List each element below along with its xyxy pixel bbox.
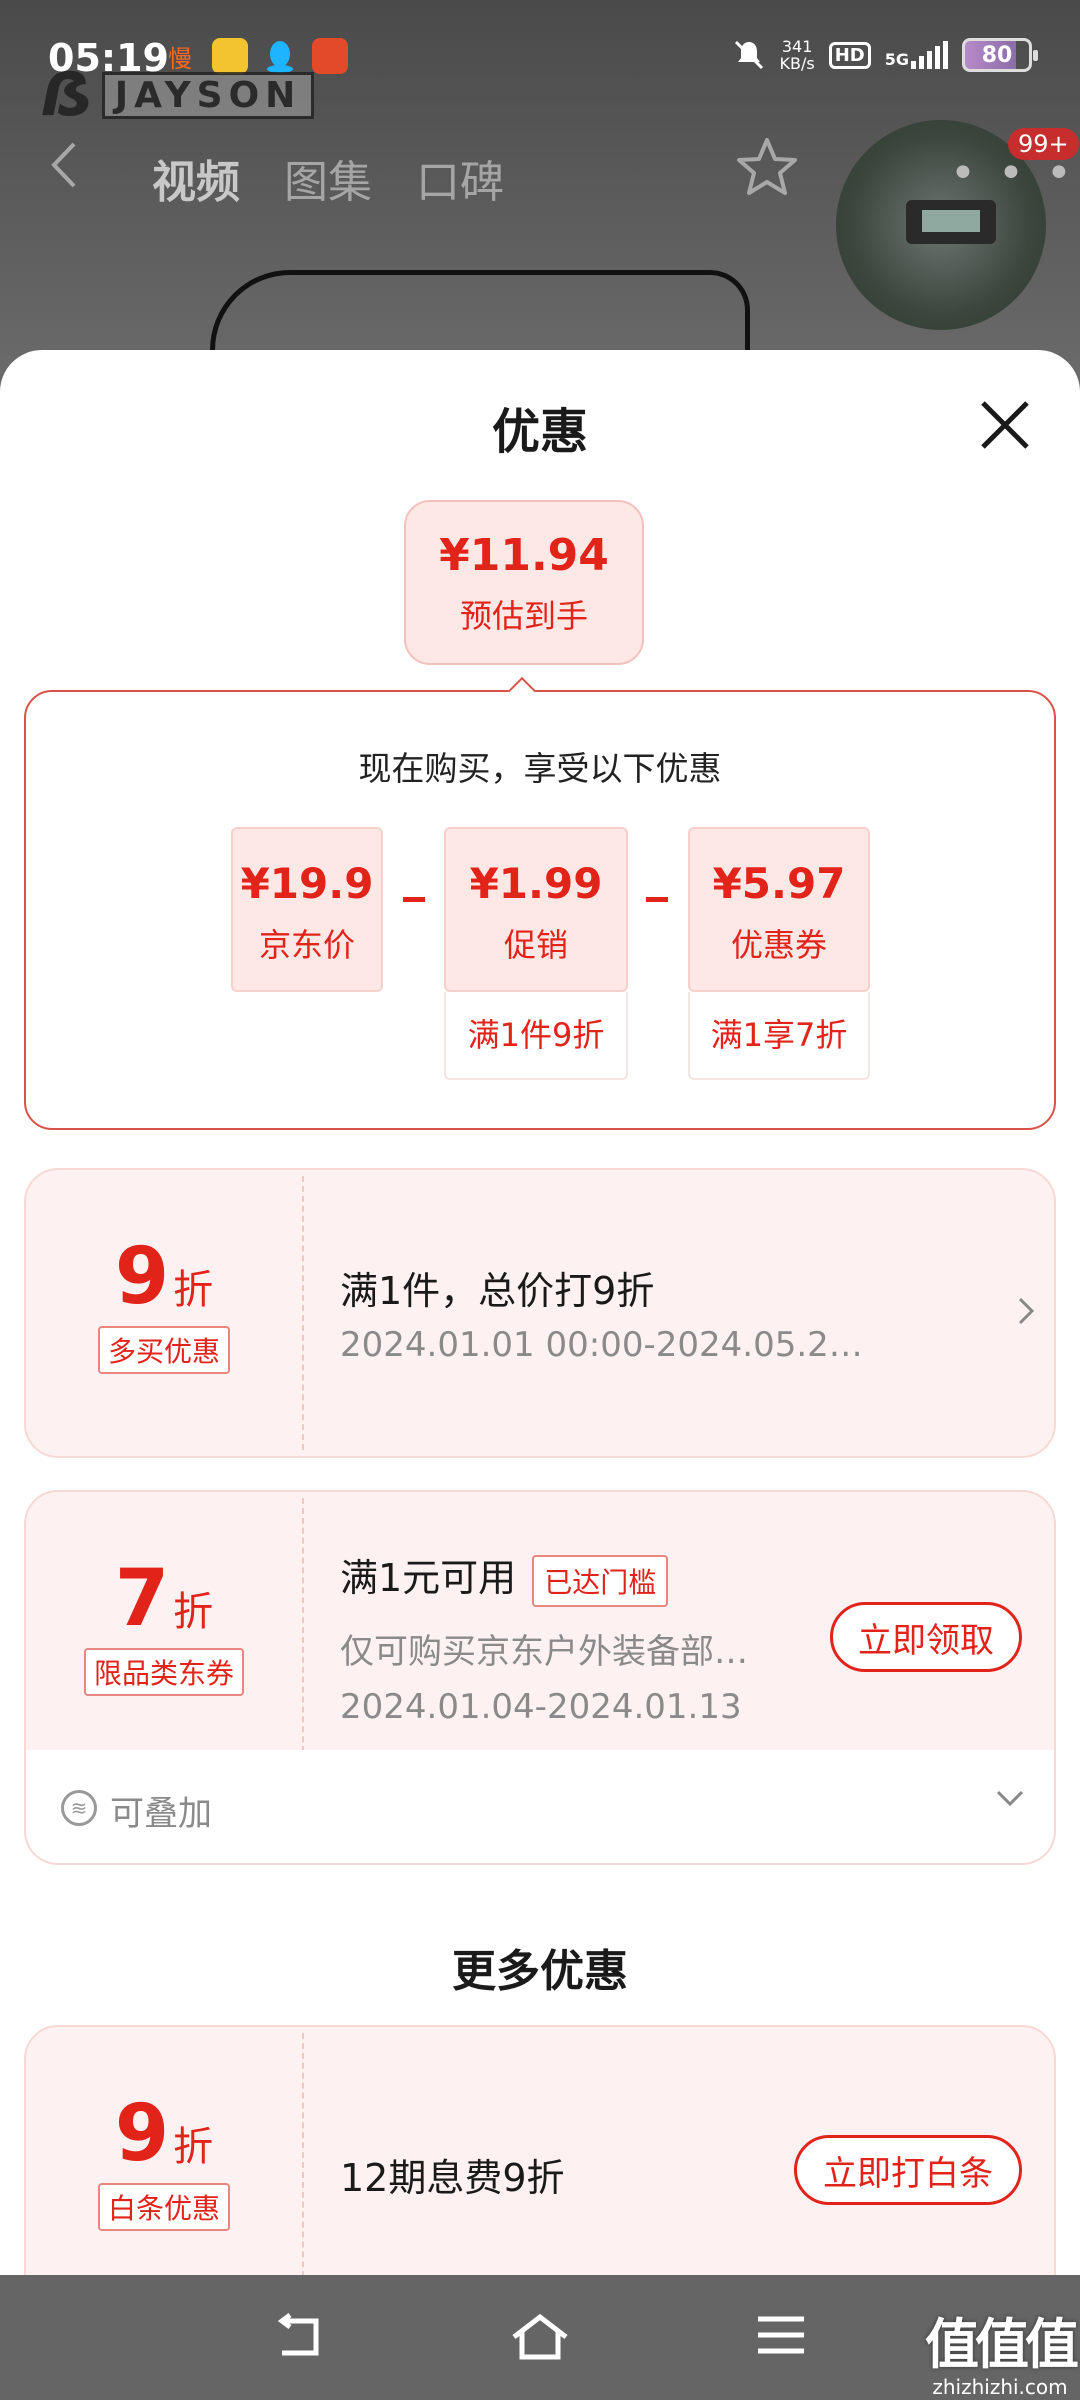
coupon-divider [302, 1498, 304, 1772]
hd-badge: HD [828, 41, 871, 69]
coupon-tag: 多买优惠 [97, 1326, 230, 1374]
breakdown-title: 现在购买，享受以下优惠 [358, 749, 722, 788]
coupon-tag: 白条优惠 [97, 2183, 230, 2231]
use-baitiao-button[interactable]: 立即打白条 [794, 2135, 1022, 2205]
network-type: 5G [884, 50, 909, 69]
home-icon [512, 2313, 568, 2360]
battery-icon: 80 [962, 38, 1038, 72]
coupon-period: 2024.01.01 00:00-2024.05.2… [340, 1325, 863, 1365]
discount-number: 9 [114, 2089, 170, 2179]
coupon-discount: 9折 [26, 2089, 302, 2179]
close-button[interactable] [975, 395, 1035, 455]
system-nav-bar [0, 2275, 1080, 2400]
coupon-value: 7折 限品类东券 [26, 1492, 302, 1778]
tab-video[interactable]: 视频 [152, 146, 240, 210]
favorite-star-icon[interactable] [735, 136, 799, 202]
message-badge: 99+ [1008, 128, 1079, 160]
coupon-discount: 9折 [26, 1232, 302, 1322]
product-tabs: 视频 图集 口碑 [152, 146, 504, 210]
discount-unit: 折 [173, 1267, 214, 1313]
watermark-text: JAYSON [101, 71, 315, 119]
net-speed-value: 341 [781, 37, 813, 56]
coupon-value: 9折 白条优惠 [26, 2027, 302, 2275]
tab-gallery[interactable]: 图集 [284, 146, 372, 210]
site-watermark: 值值值 zhizhizhi.com [925, 2300, 1079, 2399]
back-icon[interactable] [48, 140, 78, 203]
home-nav-button[interactable] [510, 2313, 570, 2367]
signal-icon: 5G [885, 41, 948, 69]
breakdown-name: 京东价 [258, 926, 355, 964]
estimated-price-bubble: ¥11.94 预估到手 [404, 500, 644, 665]
site-watermark-en: zhizhizhi.com [932, 2375, 1068, 2399]
status-right: 341 KB/s HD 5G 80 [732, 38, 1038, 72]
breakdown-amount: ¥19.9 [240, 859, 374, 908]
tab-reviews[interactable]: 口碑 [416, 146, 504, 210]
coupon-title: 满1元可用 [340, 1556, 517, 1600]
coupon-category: 7折 限品类东券 满1元可用 已达门槛 仅可购买京东户外装备部… 2024.01.… [24, 1490, 1056, 1780]
breakdown-promotion-rule: 满1件9折 [444, 992, 628, 1080]
discount-number: 9 [114, 1232, 170, 1322]
estimated-price: ¥11.94 [439, 530, 609, 581]
coupon-period: 2024.01.04-2024.01.13 [340, 1687, 742, 1727]
minus-sign [403, 897, 425, 902]
coupon-tag: 限品类东券 [83, 1648, 244, 1696]
estimated-price-label: 预估到手 [459, 597, 588, 635]
coupon-multi-buy[interactable]: 9折 多买优惠 满1件，总价打9折 2024.01.01 00:00-2024.… [24, 1168, 1056, 1458]
breakdown-name: 优惠券 [730, 926, 827, 964]
breakdown-item-coupon: ¥5.97 优惠券 [688, 827, 870, 992]
sheet-title: 优惠 [491, 404, 588, 460]
back-nav-button[interactable] [272, 2313, 326, 2365]
chevron-down-icon[interactable] [994, 1788, 1026, 1812]
stackable-label: 可叠加 [110, 1794, 212, 1834]
chevron-right-icon[interactable] [1016, 1295, 1036, 1331]
more-offers-title: 更多优惠 [452, 1946, 628, 1997]
breakdown-item-promotion: ¥1.99 促销 [444, 827, 628, 992]
stack-icon: ≋ [61, 1790, 97, 1826]
discount-sheet: 优惠 ¥11.94 预估到手 现在购买，享受以下优惠 ¥19.9 京东价 ¥1.… [0, 350, 1080, 2275]
jayson-watermark: ẞ JAYSON [40, 60, 315, 130]
discount-unit: 折 [173, 1589, 214, 1635]
caliper-screen [922, 210, 980, 232]
back-arrow-icon [277, 2313, 319, 2356]
menu-icon [758, 2316, 804, 2354]
close-icon [981, 401, 1029, 449]
coupon-value: 9折 多买优惠 [26, 1170, 302, 1456]
threshold-reached-badge: 已达门槛 [532, 1554, 669, 1607]
coupon-divider [302, 2033, 304, 2275]
discount-number: 7 [114, 1554, 170, 1644]
watermark-logo: ẞ [40, 60, 94, 130]
menu-nav-button[interactable] [756, 2313, 806, 2361]
mute-bell-icon [734, 40, 763, 70]
breakdown-coupon-rule: 满1享7折 [688, 992, 870, 1080]
coupon-title-row: 满1元可用 已达门槛 [340, 1547, 669, 1607]
coupon-divider [302, 1176, 304, 1450]
breakdown-name: 促销 [503, 926, 568, 964]
coupon-title: 12期息费9折 [340, 2156, 565, 2200]
breakdown-amount: ¥1.99 [469, 859, 603, 908]
breakdown-item-jd-price: ¥19.9 京东价 [231, 827, 383, 992]
net-speed-unit: KB/s [779, 54, 815, 73]
price-breakdown: 现在购买，享受以下优惠 ¥19.9 京东价 ¥1.99 促销 满1件9折 ¥5.… [24, 690, 1056, 1130]
game-app-icon [312, 38, 348, 74]
coupon-baitiao: 9折 白条优惠 12期息费9折 立即打白条 [24, 2025, 1056, 2275]
coupon-title: 满1件，总价打9折 [340, 1269, 655, 1313]
stackable-row[interactable]: ≋ 可叠加 [24, 1750, 1056, 1865]
breakdown-amount: ¥5.97 [712, 859, 846, 908]
coupon-scope: 仅可购买京东户外装备部… [340, 1632, 748, 1672]
minus-sign [646, 897, 668, 902]
claim-coupon-button[interactable]: 立即领取 [830, 1602, 1022, 1672]
network-speed: 341 KB/s [780, 38, 815, 72]
site-watermark-cn: 值值值 [925, 2313, 1079, 2376]
coupon-discount: 7折 [26, 1554, 302, 1644]
discount-unit: 折 [173, 2124, 214, 2170]
